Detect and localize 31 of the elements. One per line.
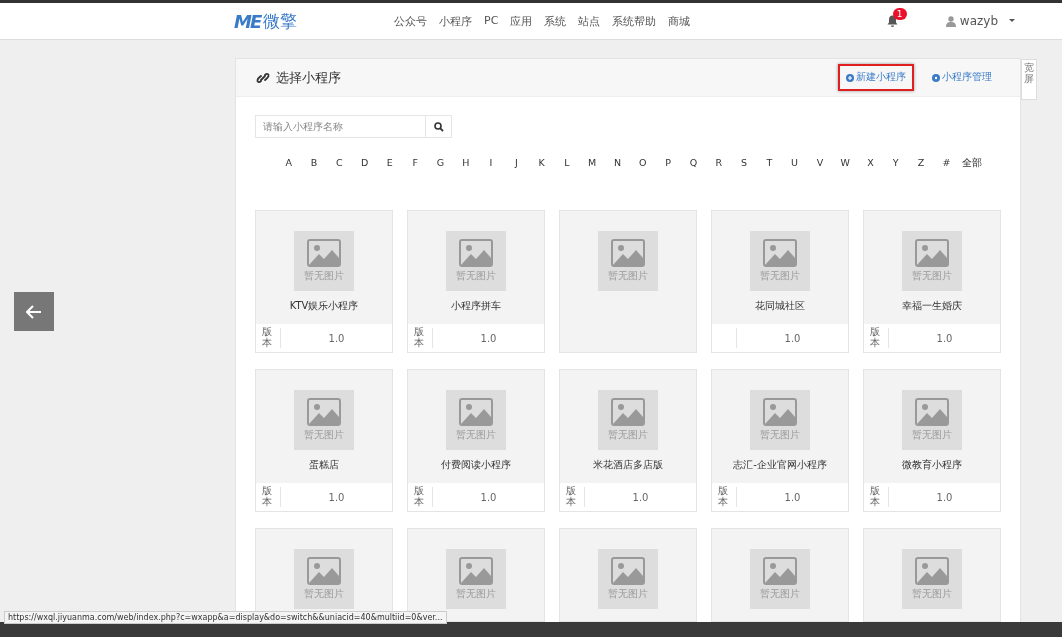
version-number: 1.0 bbox=[631, 491, 650, 503]
version-label: 版本 bbox=[414, 486, 424, 508]
app-title: 蛋糕店 bbox=[309, 458, 339, 472]
version-number: 1.0 bbox=[935, 491, 954, 503]
app-title: 幸福一生婚庆 bbox=[902, 299, 962, 313]
version-number: 1.0 bbox=[935, 332, 954, 344]
url-tooltip: https://wxql.jiyuanma.com/web/index.php?c=wxapp&a=display&do=switch&&uniacid=40&multiid=0&ver... bbox=[4, 611, 447, 624]
version-label: 版本 bbox=[566, 486, 576, 508]
app-title: 志汇-企业官网小程序 bbox=[733, 458, 827, 472]
version-label: 版本 bbox=[414, 327, 424, 349]
panel-title: 选择小程序 bbox=[276, 68, 341, 87]
version-number: 1.0 bbox=[327, 491, 346, 503]
app-title: KTV娱乐小程序 bbox=[289, 299, 359, 313]
version-number: 1.0 bbox=[783, 332, 802, 344]
version-label: 版本 bbox=[262, 327, 272, 349]
version-label: 版本 bbox=[870, 486, 880, 508]
app-title: 微教育小程序 bbox=[902, 458, 962, 472]
app-title: 付费阅读小程序 bbox=[441, 458, 511, 472]
version-number: 1.0 bbox=[783, 491, 802, 503]
version-number: 1.0 bbox=[327, 332, 346, 344]
version-label: 版本 bbox=[718, 486, 728, 508]
logo-text: 微擎 bbox=[263, 9, 298, 33]
version-label: 版本 bbox=[870, 327, 880, 349]
app-title: 小程序拼车 bbox=[451, 299, 501, 313]
app-title: 花同城社区 bbox=[755, 299, 805, 313]
logo-mark: ME bbox=[234, 10, 261, 32]
version-number: 1.0 bbox=[479, 491, 498, 503]
version-label: 版本 bbox=[262, 486, 272, 508]
version-number: 1.0 bbox=[479, 332, 498, 344]
app-title: 米花酒店多店版 bbox=[593, 458, 663, 472]
notification-badge: 1 bbox=[892, 8, 907, 20]
